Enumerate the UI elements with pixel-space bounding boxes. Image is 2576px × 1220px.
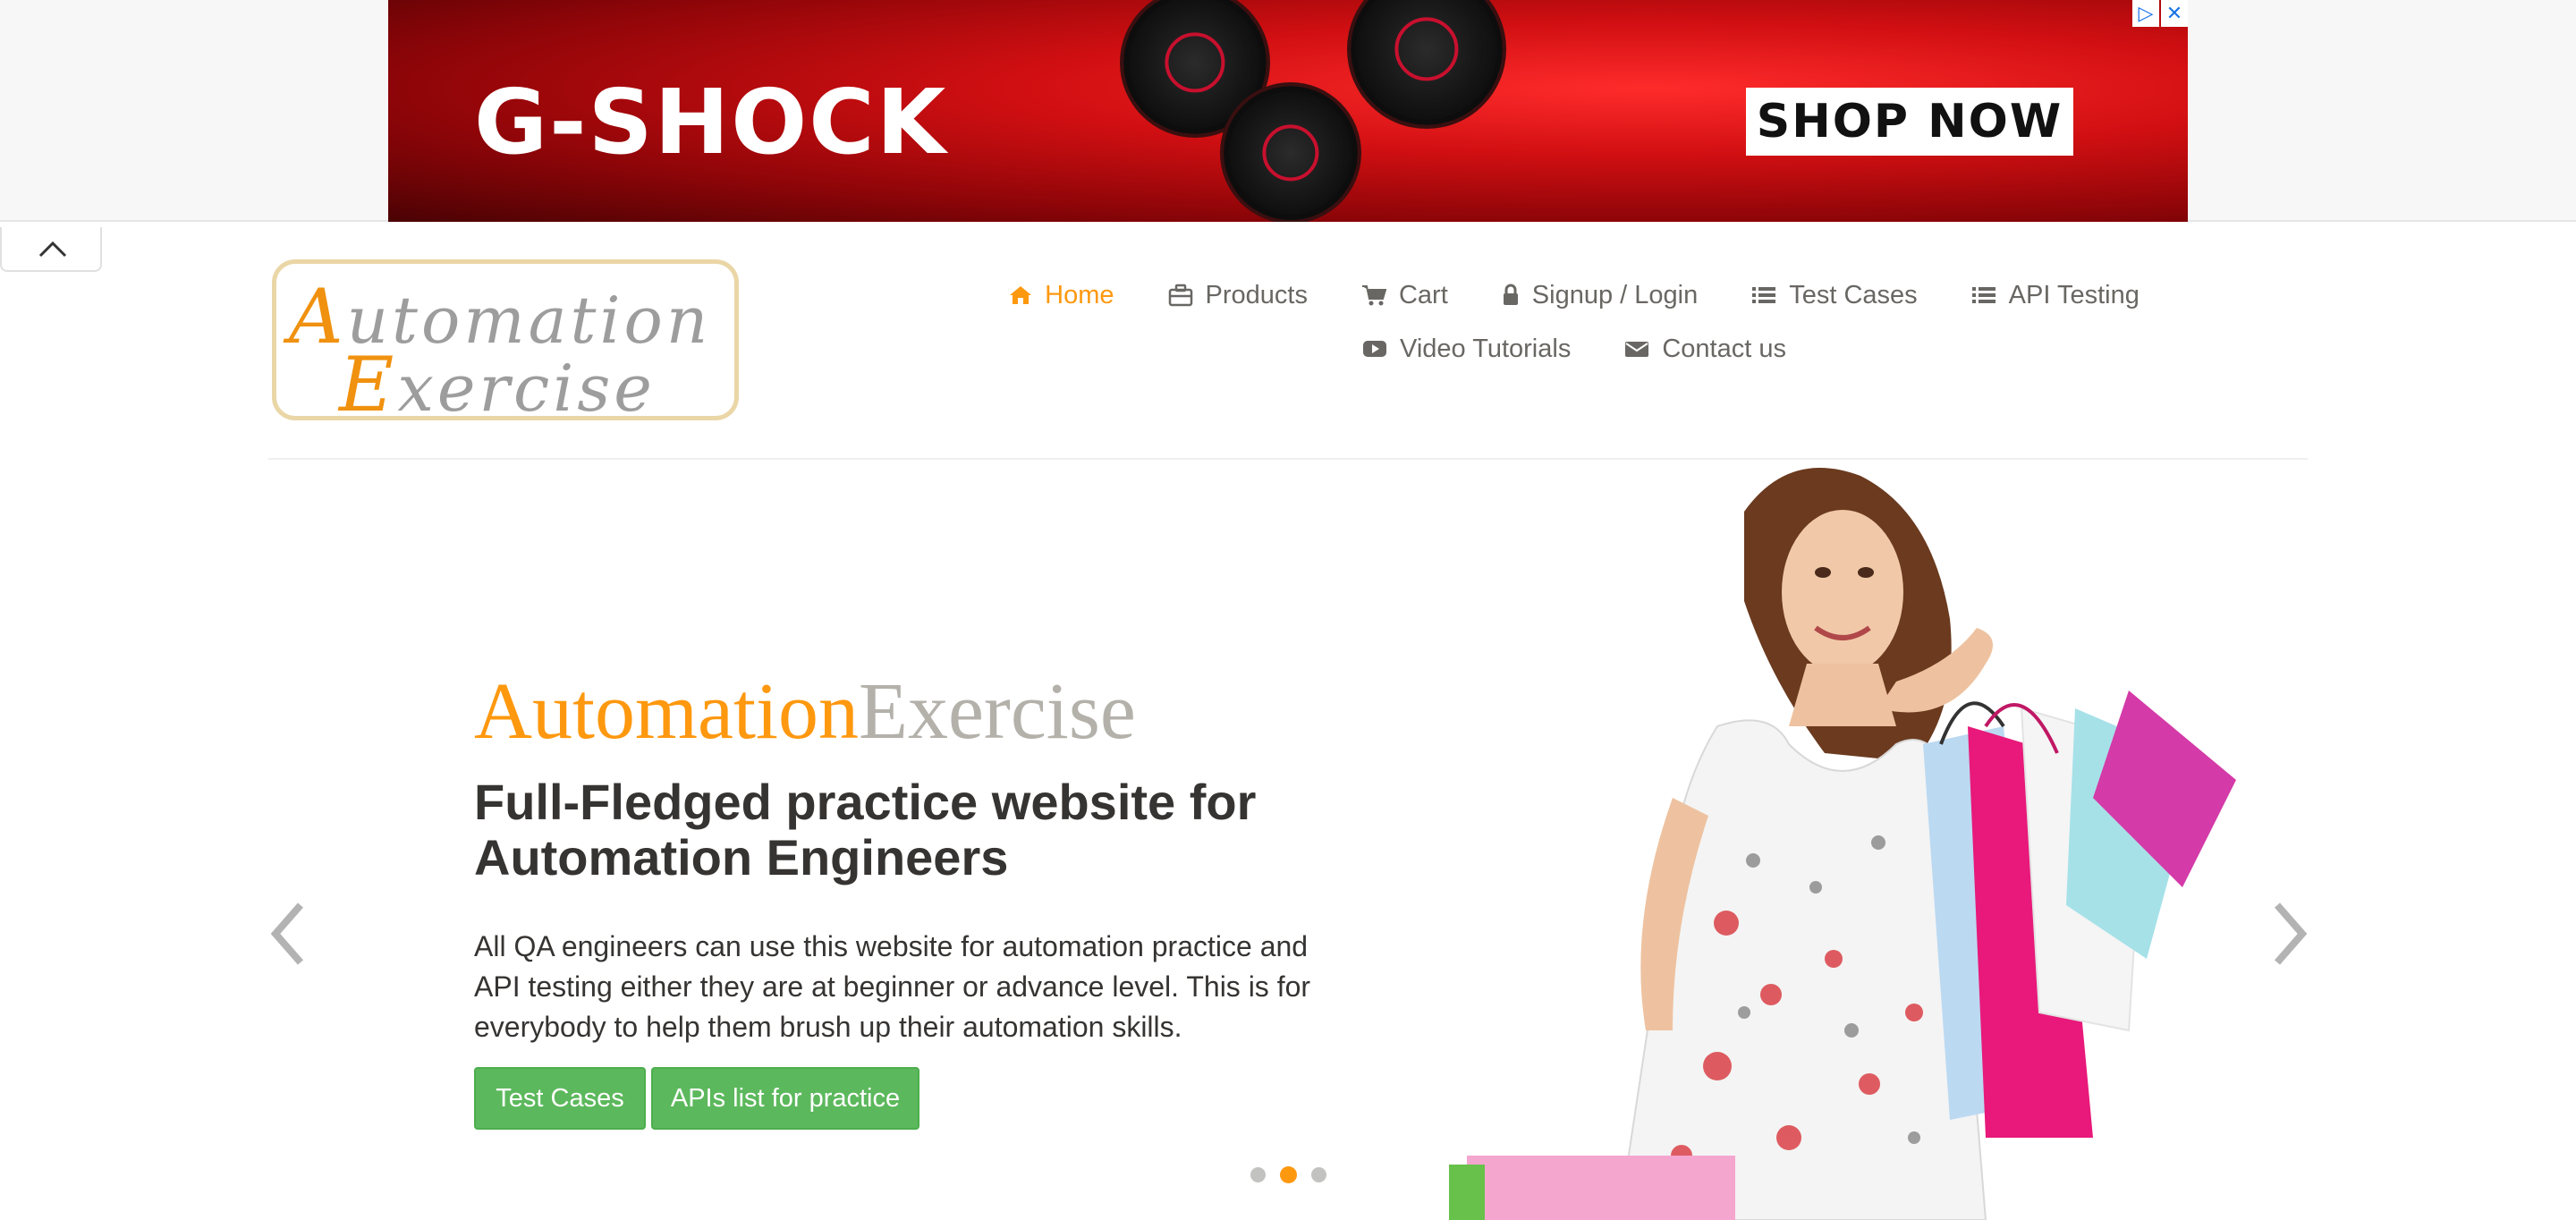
logo-cap: E xyxy=(339,341,398,428)
site-logo[interactable]: Automation Exercise xyxy=(272,259,739,428)
chevron-right-icon xyxy=(2274,902,2308,965)
adchoices-icon[interactable]: ▷ xyxy=(2132,0,2159,27)
home-icon xyxy=(1010,286,1032,304)
carousel-next-button[interactable] xyxy=(2268,898,2311,974)
hero-image-woman-shopping xyxy=(1449,468,2236,1220)
ad-strip: G-SHOCK SHOP NOW ▷ ✕ xyxy=(0,0,2576,222)
chevron-left-icon xyxy=(270,902,304,965)
ad-choices: ▷ ✕ xyxy=(2132,0,2188,27)
nav-label: API Testing xyxy=(2008,280,2140,309)
cart-icon xyxy=(1361,285,1386,306)
carousel-dot-active[interactable] xyxy=(1280,1166,1297,1183)
list-icon xyxy=(1752,287,1776,303)
nav-home[interactable]: Home xyxy=(982,281,1140,310)
nav-label: Signup / Login xyxy=(1531,280,1699,309)
watch-image xyxy=(1224,86,1358,220)
nav-video-tutorials[interactable]: Video Tutorials xyxy=(1335,335,1597,364)
nav-signup-login[interactable]: Signup / Login xyxy=(1475,281,1724,310)
carousel-indicators xyxy=(1250,1166,1326,1183)
nav-api-testing[interactable]: API Testing xyxy=(1945,281,2166,310)
envelope-icon xyxy=(1625,342,1649,357)
shop-now-button[interactable]: SHOP NOW xyxy=(1746,88,2073,156)
hero-title-part: Automation xyxy=(474,667,859,756)
test-cases-button[interactable]: Test Cases xyxy=(474,1067,646,1130)
nav-label: Contact us xyxy=(1662,334,1786,363)
logo-line-2: Exercise xyxy=(339,341,656,428)
carousel-dot[interactable] xyxy=(1311,1167,1326,1182)
nav-contact-us[interactable]: Contact us xyxy=(1597,335,1813,364)
logo-cap: A xyxy=(289,273,347,360)
briefcase-icon xyxy=(1168,284,1192,307)
nav-cart[interactable]: Cart xyxy=(1335,281,1475,310)
nav-label: Video Tutorials xyxy=(1400,334,1572,363)
list-icon xyxy=(1971,287,1996,303)
nav-test-cases[interactable]: Test Cases xyxy=(1724,281,1944,310)
carousel-dot[interactable] xyxy=(1250,1167,1266,1182)
nav-label: Products xyxy=(1205,280,1308,309)
nav-row-2: Video Tutorials Contact us xyxy=(984,322,2165,376)
chevron-up-icon xyxy=(38,241,67,258)
hero-subtitle: Full-Fledged practice website for Automa… xyxy=(474,774,1257,885)
ad-banner[interactable]: G-SHOCK SHOP NOW ▷ ✕ xyxy=(388,0,2188,222)
hero-title-part: Exercise xyxy=(858,667,1136,756)
apis-list-button[interactable]: APIs list for practice xyxy=(651,1067,919,1130)
lock-icon xyxy=(1503,284,1518,305)
hero-description: All QA engineers can use this website fo… xyxy=(474,930,1311,1043)
nav-label: Home xyxy=(1045,280,1114,309)
nav-label: Test Cases xyxy=(1789,280,1918,309)
nav-label: Cart xyxy=(1398,280,1448,309)
logo-text: xercise xyxy=(397,351,656,426)
nav-products[interactable]: Products xyxy=(1141,281,1335,310)
main-nav: Home Products Cart Signup / Login Test C… xyxy=(984,268,2165,376)
youtube-icon xyxy=(1363,341,1387,357)
close-icon[interactable]: ✕ xyxy=(2161,0,2188,27)
ad-brand-text: G-SHOCK xyxy=(474,70,948,174)
collapse-ad-button[interactable] xyxy=(0,227,102,272)
nav-row-1: Home Products Cart Signup / Login Test C… xyxy=(984,268,2165,322)
watch-image xyxy=(1351,0,1503,125)
hero-title: AutomationExercise xyxy=(474,665,1136,758)
carousel-prev-button[interactable] xyxy=(267,898,309,974)
